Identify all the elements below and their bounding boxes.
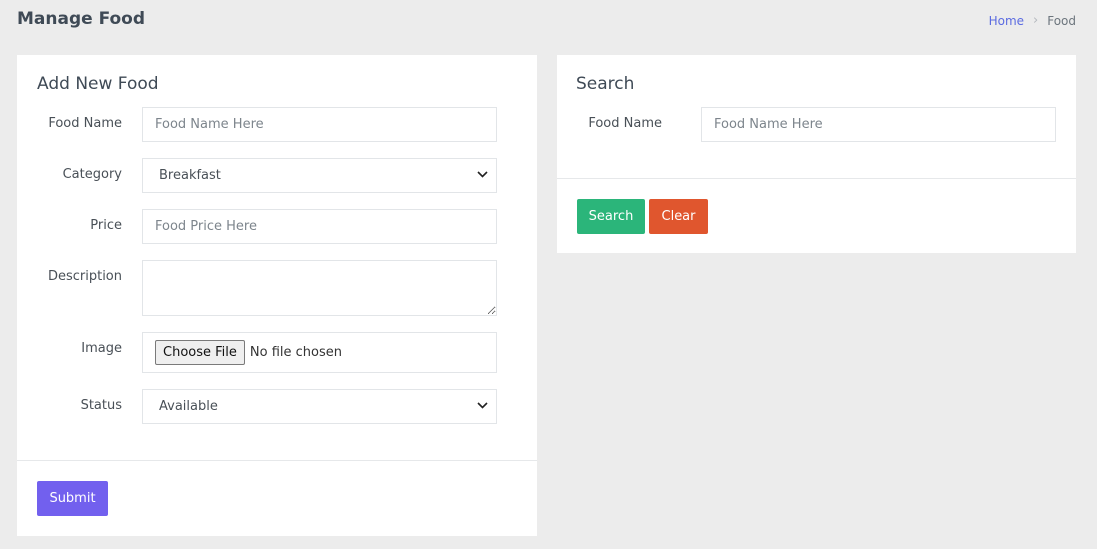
category-label: Category <box>62 167 122 182</box>
price-input[interactable] <box>142 209 497 244</box>
description-textarea[interactable] <box>142 260 497 316</box>
page-title: Manage Food <box>17 9 146 29</box>
category-select[interactable]: Breakfast <box>142 158 497 193</box>
food-name-input[interactable] <box>142 107 497 142</box>
search-food-name-input[interactable] <box>701 107 1056 142</box>
status-label: Status <box>80 398 122 413</box>
submit-button[interactable]: Submit <box>37 481 108 516</box>
breadcrumb: Home › Food <box>989 13 1076 28</box>
description-label: Description <box>47 269 122 284</box>
price-label: Price <box>90 218 122 233</box>
breadcrumb-current: Food <box>1047 13 1076 28</box>
page-header: Manage Food Home › Food <box>0 0 1097 40</box>
status-row: Status Available <box>17 389 497 424</box>
description-row: Description <box>17 260 497 316</box>
breadcrumb-home-link[interactable]: Home <box>989 14 1024 28</box>
category-row: Category Breakfast <box>17 158 497 193</box>
search-form-divider <box>557 178 1076 179</box>
no-file-chosen-text: No file chosen <box>249 345 342 360</box>
search-button[interactable]: Search <box>577 199 645 234</box>
food-name-row: Food Name <box>17 107 497 142</box>
clear-button[interactable]: Clear <box>649 199 708 234</box>
price-row: Price <box>17 209 497 244</box>
choose-file-button[interactable]: Choose File <box>155 340 245 365</box>
chevron-down-icon <box>477 170 488 181</box>
chevron-down-icon <box>477 401 488 412</box>
search-card: Search Food Name Search Clear <box>557 55 1076 253</box>
add-food-card: Add New Food Food Name Category Breakfas… <box>17 55 537 536</box>
search-food-name-label: Food Name <box>588 116 662 131</box>
search-title: Search <box>576 74 635 94</box>
status-select-value: Available <box>159 399 218 414</box>
image-label: Image <box>81 341 122 356</box>
add-food-title: Add New Food <box>37 74 159 94</box>
search-food-name-row: Food Name <box>557 107 1056 142</box>
add-form-divider <box>17 460 537 461</box>
status-select[interactable]: Available <box>142 389 497 424</box>
food-name-label: Food Name <box>48 116 122 131</box>
category-select-value: Breakfast <box>159 168 221 183</box>
chevron-right-icon: › <box>1033 13 1039 28</box>
image-file-input[interactable]: Choose File No file chosen <box>142 332 497 373</box>
image-row: Image Choose File No file chosen <box>17 332 497 373</box>
